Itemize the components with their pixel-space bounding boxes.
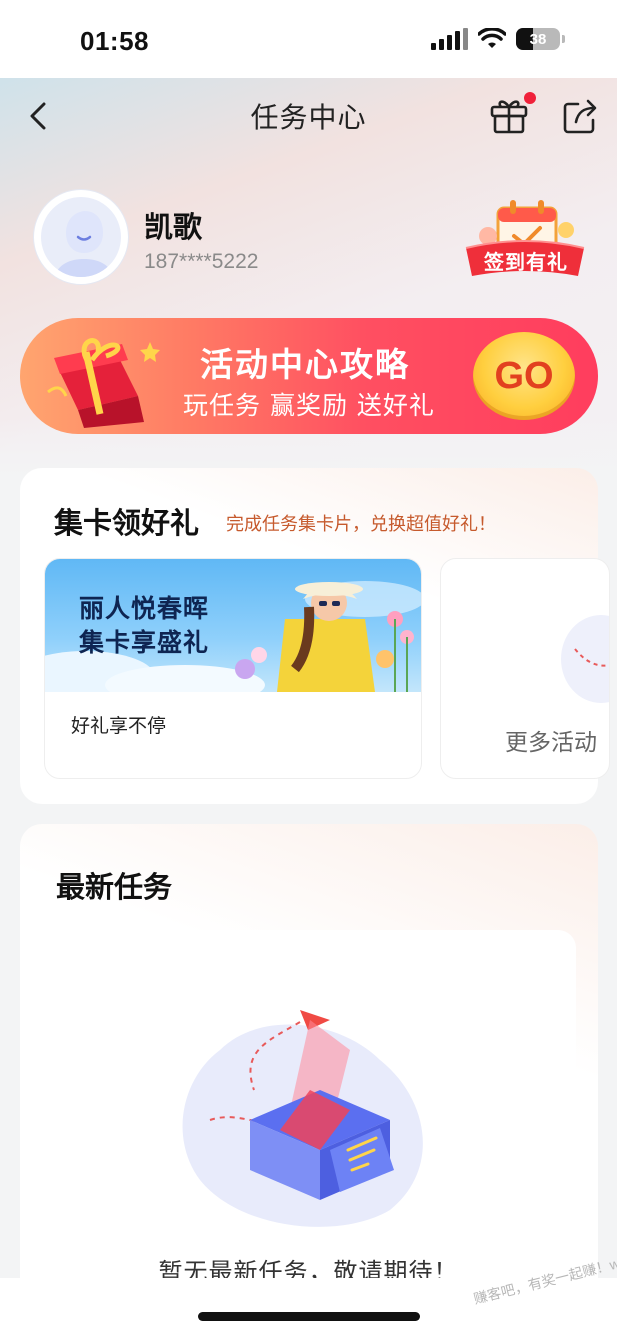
share-icon[interactable] bbox=[560, 96, 600, 136]
promo-line-1: 丽人悦春晖 bbox=[79, 594, 210, 623]
more-activities-card[interactable]: 更多活动 bbox=[440, 558, 610, 779]
go-button[interactable]: GO bbox=[473, 332, 575, 420]
collect-cards-title: 集卡领好礼 bbox=[54, 506, 200, 540]
status-time: 01:58 bbox=[80, 26, 149, 56]
go-label: GO bbox=[494, 354, 554, 397]
battery-tip bbox=[562, 35, 565, 43]
default-avatar-icon bbox=[54, 211, 114, 277]
status-bar: 01:58 38 bbox=[0, 0, 617, 78]
promo-image: 丽人悦春晖 集卡享盛礼 bbox=[45, 559, 421, 692]
collect-cards-subtitle: 完成任务集卡片，兑换超值好礼！ bbox=[226, 514, 496, 535]
signal-icon bbox=[431, 28, 468, 50]
avatar[interactable] bbox=[34, 190, 128, 284]
status-icons: 38 bbox=[431, 28, 565, 50]
notification-dot bbox=[524, 92, 536, 104]
promo-caption: 好礼享不停 bbox=[71, 715, 167, 737]
wifi-icon bbox=[478, 28, 506, 48]
promo-line-2: 集卡享盛礼 bbox=[79, 628, 210, 657]
empty-box-illustration bbox=[182, 1010, 423, 1227]
gift-box-illustration bbox=[47, 338, 160, 428]
signin-label: 签到有礼 bbox=[484, 250, 568, 274]
battery-level: 38 bbox=[529, 30, 547, 48]
more-activities-label: 更多活动 bbox=[505, 730, 597, 756]
more-activities-illustration bbox=[561, 615, 609, 703]
banner-subtitle: 玩任务 赢奖励 送好礼 bbox=[183, 391, 435, 420]
latest-tasks-title: 最新任务 bbox=[56, 870, 173, 904]
promo-card[interactable]: 丽人悦春晖 集卡享盛礼 好礼享不停 bbox=[44, 558, 422, 779]
banner-title: 活动中心攻略 bbox=[200, 345, 410, 384]
home-indicator[interactable] bbox=[198, 1312, 420, 1321]
user-name: 凯歌 bbox=[144, 210, 203, 244]
user-phone: 187****5222 bbox=[144, 250, 259, 273]
battery-icon: 38 bbox=[516, 28, 560, 50]
